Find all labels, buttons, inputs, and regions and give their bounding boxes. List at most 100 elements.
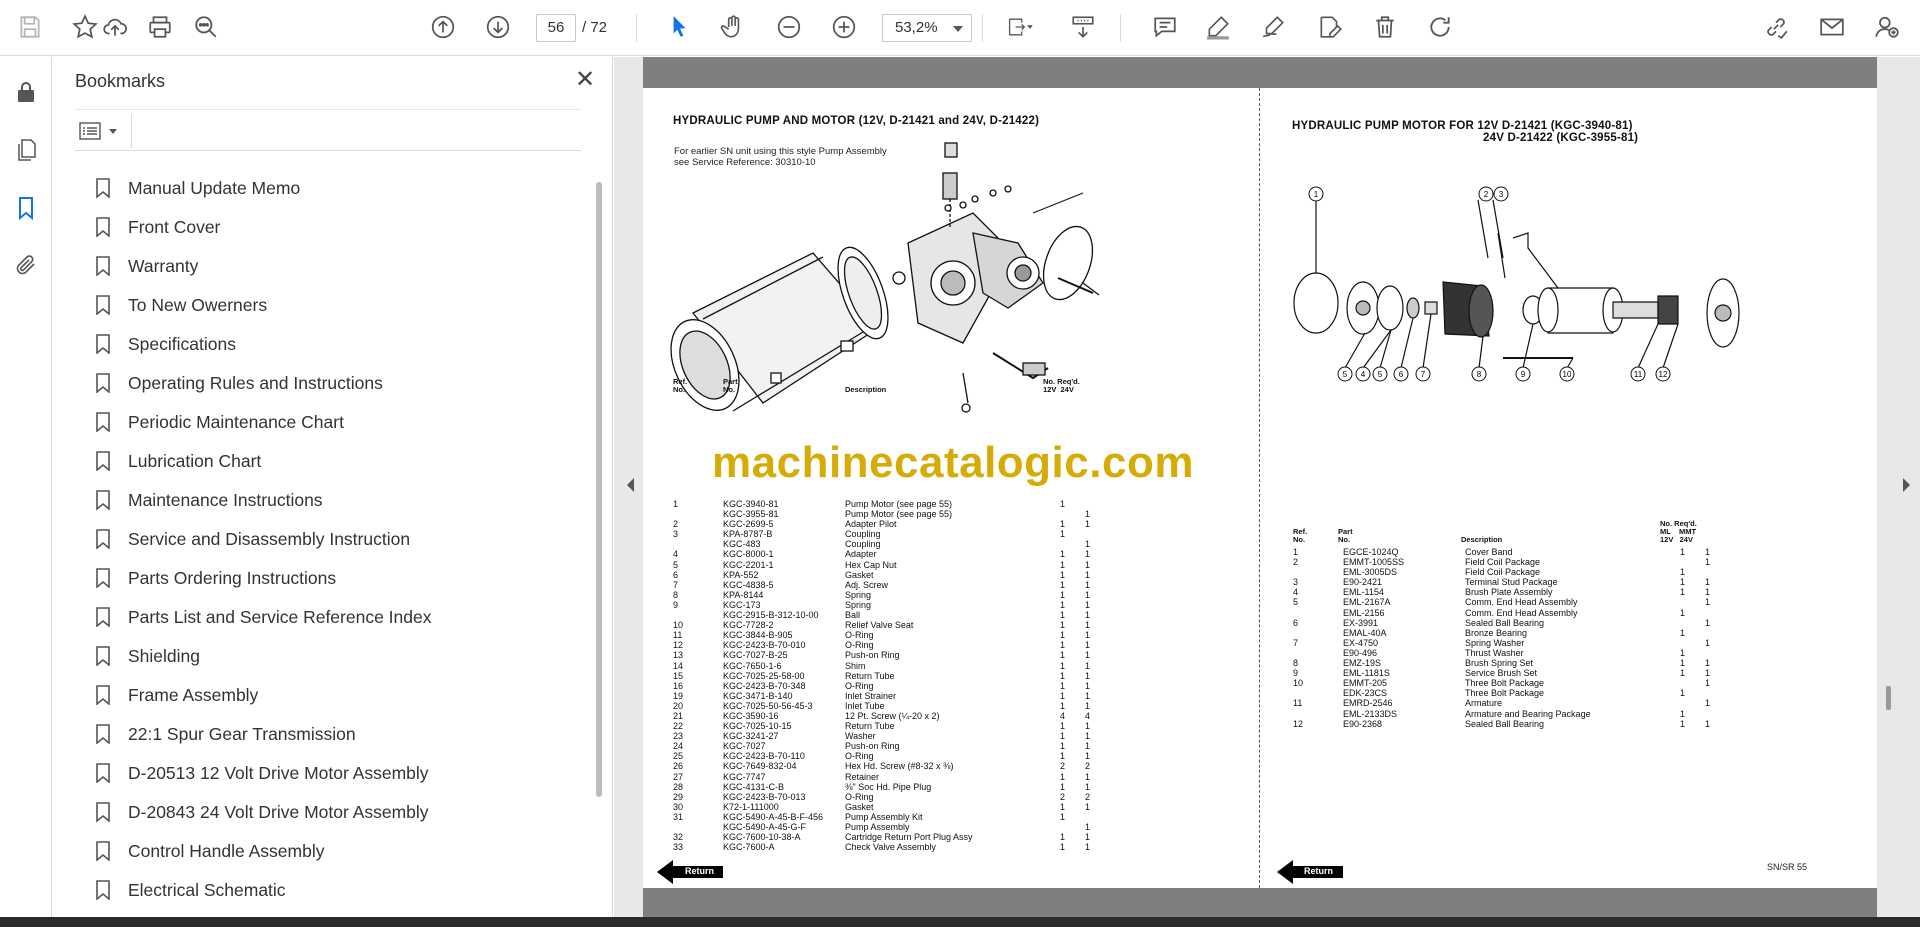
hand-tool-icon[interactable]	[718, 12, 748, 42]
bookmark-item[interactable]: Operating Rules and Instructions	[40, 365, 520, 401]
bookmark-label: Specifications	[128, 333, 236, 354]
collapse-left-icon[interactable]	[627, 478, 634, 492]
close-icon[interactable]: ✕	[573, 68, 597, 93]
bookmark-item[interactable]: Front Cover	[40, 209, 520, 245]
ref-cell: 23	[673, 731, 684, 742]
star-icon[interactable]	[70, 12, 100, 42]
draw-sign-icon[interactable]	[1258, 12, 1288, 42]
table-row: 25 KGC-2423-B-70-110 O-Ring 1 1	[673, 751, 1100, 761]
bookmark-label: Parts List and Service Reference Index	[128, 606, 432, 627]
bookmark-item[interactable]: Shielding	[40, 638, 520, 674]
page-fit-icon[interactable]	[1000, 12, 1040, 42]
page-number-input[interactable]: 56	[536, 14, 576, 42]
ref-cell: 32	[673, 832, 684, 843]
ref-cell: 3	[1293, 577, 1299, 588]
qty24-cell: 1	[1084, 680, 1090, 691]
bookmark-item[interactable]: Maintenance Instructions	[40, 482, 520, 518]
select-cursor-icon[interactable]	[664, 12, 694, 42]
qty12-cell	[1670, 638, 1695, 648]
print-icon[interactable]	[145, 12, 175, 42]
bookmark-item[interactable]: Service and Disassembly Instruction	[40, 521, 520, 557]
bookmark-item[interactable]: To New Owerners	[40, 287, 520, 323]
bookmark-icon	[96, 256, 110, 276]
desc-cell: Check Valve Assembly	[845, 842, 936, 853]
qty12-cell: 1	[1059, 801, 1065, 812]
qty24-cell: 1	[1704, 718, 1710, 729]
attachments-icon[interactable]	[11, 250, 41, 280]
bookmark-item[interactable]: Periodic Maintenance Chart	[40, 404, 520, 440]
email-icon[interactable]	[1817, 12, 1847, 42]
save-icon[interactable]	[15, 12, 45, 42]
bookmark-options-button[interactable]	[79, 119, 121, 143]
collapse-right-icon[interactable]	[1903, 478, 1910, 492]
part-cell: KGC-8000-1	[723, 549, 774, 560]
desc-cell: Field Coil Package	[1465, 567, 1541, 578]
bookmark-item[interactable]: Control Handle Assembly	[40, 833, 520, 869]
desc-cell: Comm. End Head Assembly	[1465, 607, 1578, 618]
upload-icon[interactable]	[100, 12, 130, 42]
find-zoom-icon[interactable]	[191, 12, 221, 42]
qty24-cell: 1	[1084, 519, 1090, 530]
zoom-in-icon[interactable]	[829, 12, 859, 42]
left-return-link[interactable]: Return	[685, 866, 714, 876]
document-spread: HYDRAULIC PUMP AND MOTOR (12V, D-21421 a…	[643, 88, 1877, 888]
qty24-cell: 1	[1704, 557, 1710, 568]
bookmark-icon	[96, 490, 110, 510]
bookmark-item[interactable]: D-20843 24 Volt Drive Motor Assembly	[40, 794, 520, 830]
qty24-cell: 1	[1704, 587, 1710, 598]
qty24-cell: 1	[1704, 678, 1710, 689]
zoom-level-select[interactable]: 53,2%	[882, 14, 972, 42]
ref-cell: 10	[673, 620, 684, 631]
table-row: EDK-23CS Three Bolt Package 1	[1293, 688, 1720, 698]
bookmarks-toolbar	[75, 109, 581, 151]
share-link-icon[interactable]	[1761, 12, 1791, 42]
previous-page-icon[interactable]	[428, 12, 458, 42]
comment-icon[interactable]	[1150, 12, 1180, 42]
bookmark-item[interactable]: Manual Update Memo	[40, 170, 520, 206]
zoom-out-icon[interactable]	[774, 12, 804, 42]
edit-pdf-icon[interactable]	[1315, 12, 1345, 42]
bookmark-icon	[96, 529, 110, 549]
scroll-mode-icon[interactable]	[1068, 12, 1098, 42]
highlight-pen-icon[interactable]	[1203, 12, 1233, 42]
qty24-cell: 1	[1084, 842, 1090, 853]
bookmark-item[interactable]: Parts Ordering Instructions	[40, 560, 520, 596]
page-thumbnails-icon[interactable]	[11, 135, 41, 165]
bookmark-label: Control Handle Assembly	[128, 840, 325, 861]
bookmarks-icon[interactable]	[11, 193, 41, 223]
bookmark-icon	[96, 646, 110, 666]
next-page-icon[interactable]	[483, 12, 513, 42]
bookmark-item[interactable]: Frame Assembly	[40, 677, 520, 713]
table-row: KGC-483 Coupling 1	[673, 539, 1100, 549]
taskbar-edge	[0, 917, 1920, 927]
qty12-cell: 2	[1059, 761, 1065, 772]
left-parts-table: 1 KGC-3940-81 Pump Motor (see page 55) 1 KGC…	[673, 499, 1100, 852]
qty24-cell: 1	[1704, 577, 1710, 588]
account-icon[interactable]	[1872, 12, 1902, 42]
bookmark-item[interactable]: Parts List and Service Reference Index	[40, 599, 520, 635]
rotate-icon[interactable]	[1425, 12, 1455, 42]
ref-cell: 24	[673, 741, 684, 752]
bookmark-item[interactable]: 22:1 Spur Gear Transmission	[40, 716, 520, 752]
page-total: / 72	[582, 19, 608, 36]
panel-scrollbar[interactable]	[596, 182, 602, 797]
ref-cell: 21	[673, 710, 684, 721]
part-cell: EML-2133DS	[1343, 708, 1398, 719]
lock-icon[interactable]	[11, 77, 41, 107]
bookmark-item[interactable]: D-20513 12 Volt Drive Motor Assembly	[40, 755, 520, 791]
qty24-cell	[1695, 709, 1720, 719]
delete-icon[interactable]	[1370, 12, 1400, 42]
desc-cell: Hex Hd. Screw (#8-32 x ⅜)	[845, 761, 954, 772]
ref-cell: 11	[673, 630, 683, 641]
part-cell: KGC-3940-81	[723, 499, 779, 509]
bookmark-item[interactable]: Lubrication Chart	[40, 443, 520, 479]
right-return-link[interactable]: Return	[1304, 866, 1333, 876]
qty12-cell: 1	[1059, 499, 1065, 509]
desc-cell: Pump Assembly	[845, 822, 910, 832]
bookmark-item[interactable]: Warranty	[40, 248, 520, 284]
part-cell: KGC-7027-B-25	[723, 650, 788, 661]
bookmark-item[interactable]: Specifications	[40, 326, 520, 362]
bookmark-item[interactable]: Electrical Schematic	[40, 872, 520, 908]
table-row: 1 KGC-3940-81 Pump Motor (see page 55) 1	[673, 499, 1100, 509]
viewer-scrollbar[interactable]	[1886, 686, 1891, 710]
